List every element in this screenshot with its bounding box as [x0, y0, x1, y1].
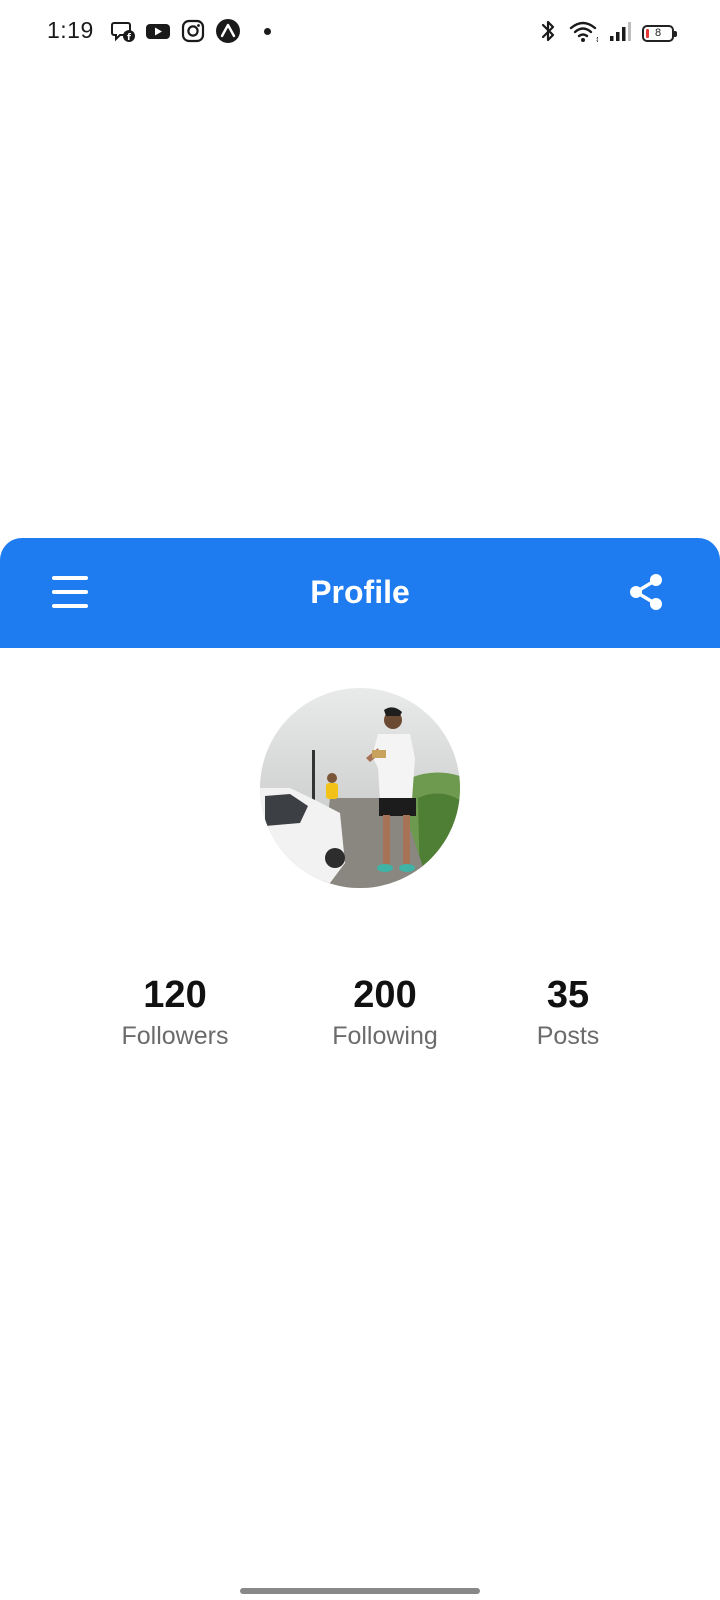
- followers-stat[interactable]: 120 Followers: [85, 972, 265, 1051]
- system-icons: ↕ 8: [538, 18, 677, 49]
- svg-text:↕: ↕: [595, 36, 598, 44]
- page-title: Profile: [310, 574, 410, 610]
- signal-icon: [608, 18, 632, 49]
- posts-stat[interactable]: 35 Posts: [478, 972, 658, 1051]
- status-bar: 1:19 f ↕ 8: [0, 0, 720, 64]
- share-icon: [630, 574, 662, 610]
- home-gesture-bar[interactable]: [240, 1588, 480, 1594]
- instagram-icon: [180, 18, 206, 44]
- following-stat[interactable]: 200 Following: [295, 972, 475, 1051]
- app-bar: Profile: [0, 538, 720, 648]
- status-time: 1:19: [47, 17, 94, 43]
- more-notifications-dot: [264, 27, 271, 35]
- followers-count: 120: [143, 974, 207, 1016]
- share-button[interactable]: [624, 570, 668, 614]
- wifi-icon: ↕: [568, 18, 601, 49]
- notification-icons: f: [110, 18, 271, 44]
- following-count: 200: [353, 974, 417, 1016]
- svg-text:f: f: [127, 33, 131, 43]
- expo-icon: [215, 18, 241, 44]
- battery-level: 8: [654, 27, 662, 39]
- profile-photo: [260, 688, 460, 888]
- following-label: Following: [332, 1022, 438, 1050]
- youtube-icon: [145, 18, 171, 44]
- avatar[interactable]: [260, 688, 460, 888]
- bluetooth-icon: [538, 18, 558, 49]
- messenger-icon: f: [110, 18, 136, 44]
- battery-icon: 8: [642, 25, 677, 42]
- followers-label: Followers: [121, 1022, 229, 1050]
- posts-count: 35: [546, 974, 590, 1016]
- posts-label: Posts: [536, 1022, 600, 1050]
